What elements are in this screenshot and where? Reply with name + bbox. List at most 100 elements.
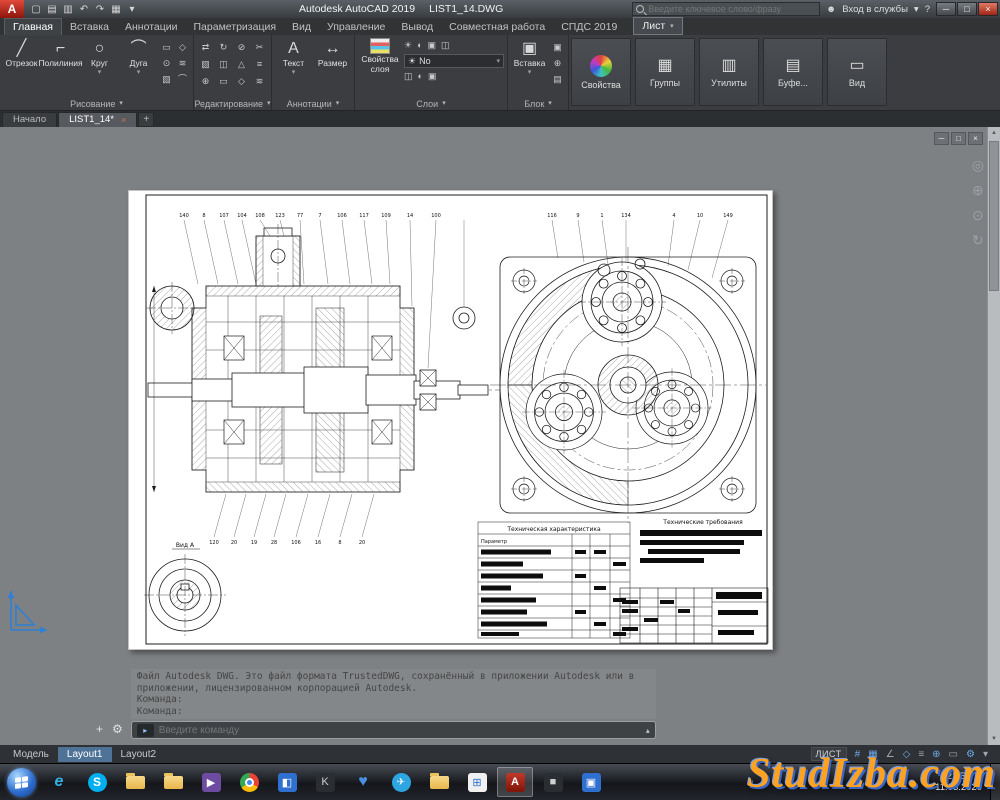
search-input[interactable]: [648, 4, 816, 14]
redo-icon[interactable]: ↷: [92, 4, 108, 15]
app-button[interactable]: ◧: [269, 767, 305, 797]
viewport-restore-button[interactable]: □: [951, 132, 966, 145]
circle-button[interactable]: ○ Круг ▾: [81, 37, 118, 97]
mirror-icon[interactable]: ◫: [215, 57, 232, 73]
ribbon-tab-output[interactable]: Вывод: [393, 19, 441, 35]
skype-button[interactable]: S: [79, 767, 115, 797]
panel-label-layers[interactable]: Слои▾: [355, 97, 507, 110]
layer-match-icon[interactable]: ◫: [404, 71, 413, 82]
edit-block-icon[interactable]: ⊕: [550, 56, 565, 71]
qat-dropdown-icon[interactable]: ▾: [124, 4, 140, 15]
wrench-icon[interactable]: ⚙: [112, 722, 123, 736]
maximize-button[interactable]: □: [957, 2, 977, 16]
properties-tile-button[interactable]: Свойства: [571, 38, 631, 106]
minimize-button[interactable]: ─: [936, 2, 956, 16]
layer-properties-button[interactable]: Свойства слоя: [358, 37, 402, 97]
internet-explorer-button[interactable]: e: [41, 767, 77, 797]
layer-freeze-icon[interactable]: ◐: [417, 40, 422, 51]
autocad-taskbar-button[interactable]: A: [497, 767, 533, 797]
spreadsheet-button[interactable]: ⊞: [459, 767, 495, 797]
recent-commands-icon[interactable]: ▴: [646, 726, 650, 735]
save-file-icon[interactable]: ▥: [60, 4, 76, 15]
command-input[interactable]: [159, 725, 641, 736]
clipboard-tile-button[interactable]: ▤ Буфе...: [763, 38, 823, 106]
viewport-minimize-button[interactable]: ─: [934, 132, 949, 145]
help-search-box[interactable]: [632, 2, 820, 16]
panel-label-draw[interactable]: Рисование▾: [0, 97, 193, 110]
view-tile-button[interactable]: ▭ Вид: [827, 38, 887, 106]
pan-icon[interactable]: ⊕: [972, 182, 984, 199]
folder-button[interactable]: [117, 767, 153, 797]
layer-on-icon[interactable]: ☀: [404, 40, 412, 51]
start-button[interactable]: [3, 767, 39, 797]
erase-icon[interactable]: ▭: [215, 74, 232, 90]
ribbon-tab-insert[interactable]: Вставка: [62, 19, 117, 35]
cut-icon[interactable]: ✂: [251, 40, 268, 56]
ribbon-tab-collaborate[interactable]: Совместная работа: [441, 19, 553, 35]
create-block-icon[interactable]: ▣: [550, 40, 565, 55]
model-tab[interactable]: Модель: [4, 747, 58, 762]
trim-icon[interactable]: ⊘: [233, 40, 250, 56]
arc-alt-icon[interactable]: ⌒: [175, 72, 190, 87]
layout1-tab[interactable]: Layout1: [58, 747, 112, 762]
utilities-tile-button[interactable]: ▥ Утилиты: [699, 38, 759, 106]
ribbon-tab-spds[interactable]: СПДС 2019: [553, 19, 625, 35]
explode-icon[interactable]: ≋: [251, 74, 268, 90]
command-input-row[interactable]: ▸ ▴: [131, 721, 656, 739]
steering-wheel-icon[interactable]: ◎: [972, 157, 984, 174]
text-button[interactable]: A Текст ▾: [275, 37, 312, 97]
undo-icon[interactable]: ↶: [76, 4, 92, 15]
chrome-button[interactable]: [231, 767, 267, 797]
health-app-button[interactable]: ♥: [345, 767, 381, 797]
panel-label-annotate[interactable]: Аннотации▾: [272, 97, 354, 110]
app-button-2[interactable]: ■: [535, 767, 571, 797]
app-button-3[interactable]: ▣: [573, 767, 609, 797]
attributes-icon[interactable]: ▤: [550, 72, 565, 87]
line-button[interactable]: ╱ Отрезок: [3, 37, 40, 97]
offset-icon[interactable]: ⊕: [197, 74, 214, 90]
ribbon-tab-layout[interactable]: Лист▾: [633, 17, 682, 35]
close-button[interactable]: ×: [978, 2, 998, 16]
ribbon-tab-manage[interactable]: Управление: [319, 19, 393, 35]
layer-isolate-icon[interactable]: ▣: [428, 71, 437, 82]
customize-icon[interactable]: +: [96, 722, 103, 736]
panel-label-block[interactable]: Блок▾: [508, 97, 568, 110]
help-button[interactable]: ?: [925, 4, 930, 15]
media-player-button[interactable]: ▶: [193, 767, 229, 797]
ribbon-tab-view[interactable]: Вид: [284, 19, 319, 35]
ribbon-tab-home[interactable]: Главная: [4, 18, 62, 35]
scale-icon[interactable]: △: [233, 57, 250, 73]
file-tab-start[interactable]: Начало: [2, 112, 57, 127]
kmplayer-button[interactable]: K: [307, 767, 343, 797]
layout2-tab[interactable]: Layout2: [112, 747, 166, 762]
layer-color-icon[interactable]: ◫: [441, 40, 450, 51]
fillet-icon[interactable]: ◇: [233, 74, 250, 90]
layer-select-combo[interactable]: ☀ No ▾: [404, 54, 504, 68]
ribbon-tab-parametric[interactable]: Параметризация: [186, 19, 285, 35]
ribbon-tab-annotate[interactable]: Аннотации: [117, 19, 186, 35]
open-file-icon[interactable]: ▤: [44, 4, 60, 15]
vertical-scrollbar[interactable]: ▲ ▼: [987, 127, 1000, 745]
scrollbar-thumb[interactable]: [989, 141, 999, 291]
rotate-icon[interactable]: ↻: [215, 40, 232, 56]
orbit-icon[interactable]: ↻: [972, 232, 984, 249]
arc-button[interactable]: ⌒ Дуга ▾: [120, 37, 157, 97]
array-icon[interactable]: ≡: [251, 57, 268, 73]
ellipse-icon[interactable]: ⊙: [159, 56, 174, 71]
sign-in-button[interactable]: Вход в службы: [842, 4, 908, 15]
folder-button-2[interactable]: [421, 767, 457, 797]
groups-tile-button[interactable]: ▦ Группы: [635, 38, 695, 106]
file-tab-document[interactable]: LIST1_14* ×: [58, 112, 137, 127]
telegram-button[interactable]: ✈: [383, 767, 419, 797]
move-icon[interactable]: ⇄: [197, 40, 214, 56]
plot-icon[interactable]: ▦: [108, 4, 124, 15]
hatch-icon[interactable]: ▧: [159, 72, 174, 87]
polyline-button[interactable]: ⌐ Полилиния: [42, 37, 79, 97]
close-tab-icon[interactable]: ×: [121, 115, 126, 125]
scroll-up-icon[interactable]: ▲: [988, 127, 1000, 139]
scroll-down-icon[interactable]: ▼: [988, 733, 1000, 745]
polygon-icon[interactable]: ◇: [175, 40, 190, 55]
drawing-canvas[interactable]: Вид А: [0, 127, 1000, 745]
autocad-logo-button[interactable]: A: [0, 0, 24, 18]
dimension-button[interactable]: ↔ Размер: [314, 37, 351, 97]
